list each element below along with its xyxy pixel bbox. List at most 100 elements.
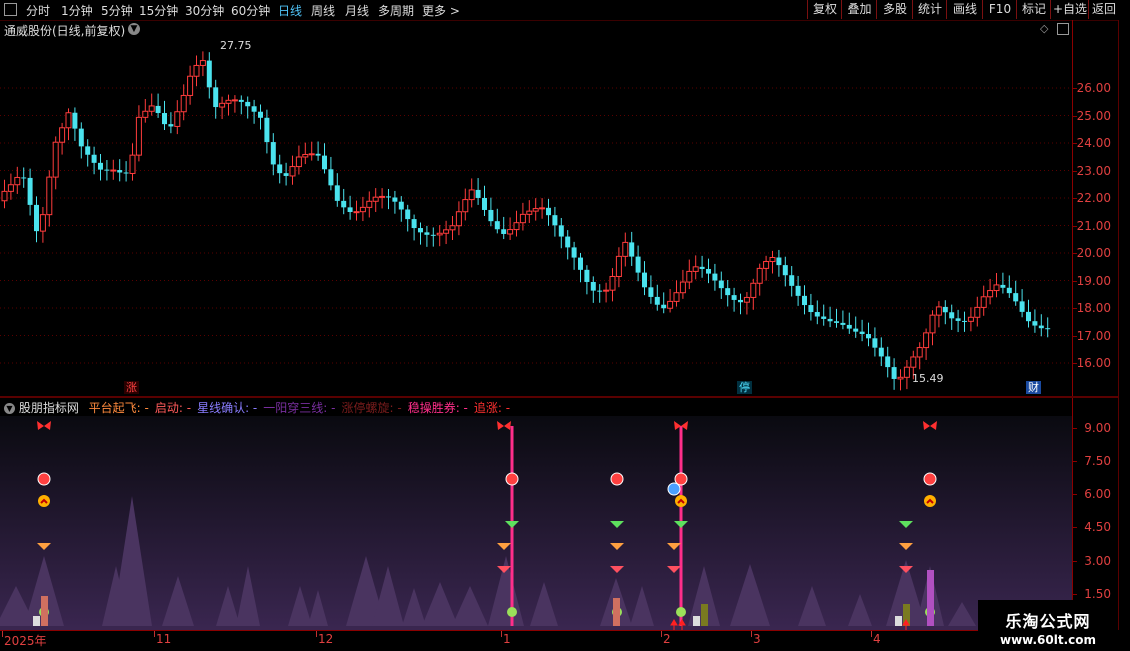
indicator-canvas <box>0 416 1072 630</box>
candle-body <box>488 209 494 222</box>
candle-body <box>635 256 641 273</box>
candle-body <box>878 347 884 357</box>
event-tag-limit-up[interactable]: 涨 <box>124 381 139 394</box>
price-axis-label: 19.00 <box>1076 274 1111 288</box>
indicator-axis-label: 6.00 <box>1084 487 1111 501</box>
toolbar-button-4[interactable]: 画线 <box>946 0 983 19</box>
candle-body <box>359 206 366 213</box>
period-tab-9[interactable]: 多周期 <box>378 2 414 19</box>
candle-body <box>814 312 820 317</box>
event-tag-finance[interactable]: 财 <box>1026 381 1041 394</box>
candlestick-chart[interactable]: 通威股份(日线,前复权) ▼ ◇ 27.75 15.49 涨 停 财 <box>0 20 1072 396</box>
candle-body <box>827 318 833 322</box>
candle-body <box>763 261 770 269</box>
candle-body <box>219 102 226 108</box>
candle-body <box>289 166 296 177</box>
panel-icon[interactable] <box>1057 23 1069 35</box>
candle-body <box>1038 325 1044 329</box>
signal-marker-blue <box>667 482 681 496</box>
candle-body <box>859 331 865 335</box>
candle-body <box>353 211 360 214</box>
toolbar-button-6[interactable]: 标记 <box>1016 0 1051 19</box>
candle-body <box>980 296 987 308</box>
candle-body <box>578 257 583 270</box>
candle-body <box>245 101 251 107</box>
candle-body <box>468 189 475 201</box>
time-axis-tick <box>751 631 752 637</box>
candle-body <box>967 316 974 322</box>
toolbar-button-2[interactable]: 多股 <box>876 0 913 19</box>
toolbar-button-1[interactable]: 叠加 <box>841 0 877 19</box>
candle-body <box>603 289 610 292</box>
candle-body <box>78 128 84 147</box>
period-tab-7[interactable]: 周线 <box>311 2 335 19</box>
high-price-label: 27.75 <box>220 39 252 52</box>
candle-body <box>251 106 257 112</box>
watermark-title: 乐淘公式网 <box>1005 612 1091 631</box>
candle-body <box>386 196 391 198</box>
toolbar-button-3[interactable]: 统计 <box>912 0 947 19</box>
candle-body <box>411 219 417 229</box>
indicator-axis-tick <box>1073 561 1077 562</box>
toolbar-button-8[interactable]: 返回 <box>1088 0 1119 19</box>
candle-body <box>283 173 289 176</box>
dropdown-icon[interactable]: ▼ <box>128 23 140 35</box>
candle-body <box>597 290 603 292</box>
candle-body <box>795 285 801 296</box>
candle-body <box>65 112 72 129</box>
indicator-panel[interactable]: ▼ 股朋指标网 平台起飞: - 启动: - 星线确认: - 一阳穿三线: - 涨停螺旋:… <box>0 398 1072 630</box>
candle-body <box>725 288 731 296</box>
toolbar-button-5[interactable]: F10 <box>982 0 1017 19</box>
candle-body <box>341 200 347 208</box>
period-tab-5[interactable]: 60分钟 <box>231 2 270 19</box>
event-tag-halt[interactable]: 停 <box>737 381 752 394</box>
period-tab-8[interactable]: 月线 <box>345 2 369 19</box>
candle-body <box>546 207 551 216</box>
candle-body <box>513 222 520 231</box>
candle-body <box>199 60 206 66</box>
indicator-toggle-icon[interactable]: ▼ <box>4 403 15 414</box>
toolbar-button-0[interactable]: 复权 <box>807 0 842 19</box>
menu-icon[interactable] <box>4 3 17 16</box>
candle-body <box>180 94 187 113</box>
indicator-bar <box>693 616 700 626</box>
candle-body <box>609 275 616 291</box>
candle-body <box>129 154 136 174</box>
candle-body <box>398 201 404 210</box>
candle-body <box>424 232 430 235</box>
candle-body <box>526 210 533 215</box>
period-tab-10[interactable]: 更多 > <box>422 2 460 19</box>
indicator-axis-label: 7.50 <box>1084 454 1111 468</box>
period-tab-2[interactable]: 5分钟 <box>101 2 133 19</box>
candle-body <box>571 247 577 258</box>
candle-body <box>897 376 904 380</box>
stock-title: 通威股份(日线,前复权) <box>4 24 126 38</box>
candle-body <box>718 280 724 289</box>
indicator-bar <box>613 598 620 626</box>
diamond-icon[interactable]: ◇ <box>1040 22 1048 35</box>
candle-body <box>539 207 546 210</box>
indicator-bar <box>927 570 934 626</box>
right-scroll-strip[interactable] <box>1118 20 1130 630</box>
toolbar-button-7[interactable]: +自选 <box>1050 0 1089 19</box>
candle-body <box>7 184 14 192</box>
period-tab-6[interactable]: 日线 <box>278 2 302 19</box>
period-tab-3[interactable]: 15分钟 <box>139 2 178 19</box>
candle-body <box>821 316 827 319</box>
time-axis-tick <box>2 631 3 637</box>
candle-body <box>405 209 411 220</box>
period-tab-0[interactable]: 分时 <box>26 2 50 19</box>
candle-body <box>270 142 276 165</box>
price-axis-label: 17.00 <box>1076 329 1111 343</box>
candle-body <box>853 328 859 332</box>
time-axis-tick <box>154 631 155 637</box>
period-tab-1[interactable]: 1分钟 <box>61 2 93 19</box>
candle-body <box>392 197 398 202</box>
candle-body <box>1032 321 1038 326</box>
period-tab-4[interactable]: 30分钟 <box>185 2 224 19</box>
candle-body <box>372 196 379 202</box>
candle-body <box>1 190 8 202</box>
signal-marker-apple <box>676 607 686 617</box>
candle-body <box>872 338 878 348</box>
candle-body <box>501 229 507 234</box>
